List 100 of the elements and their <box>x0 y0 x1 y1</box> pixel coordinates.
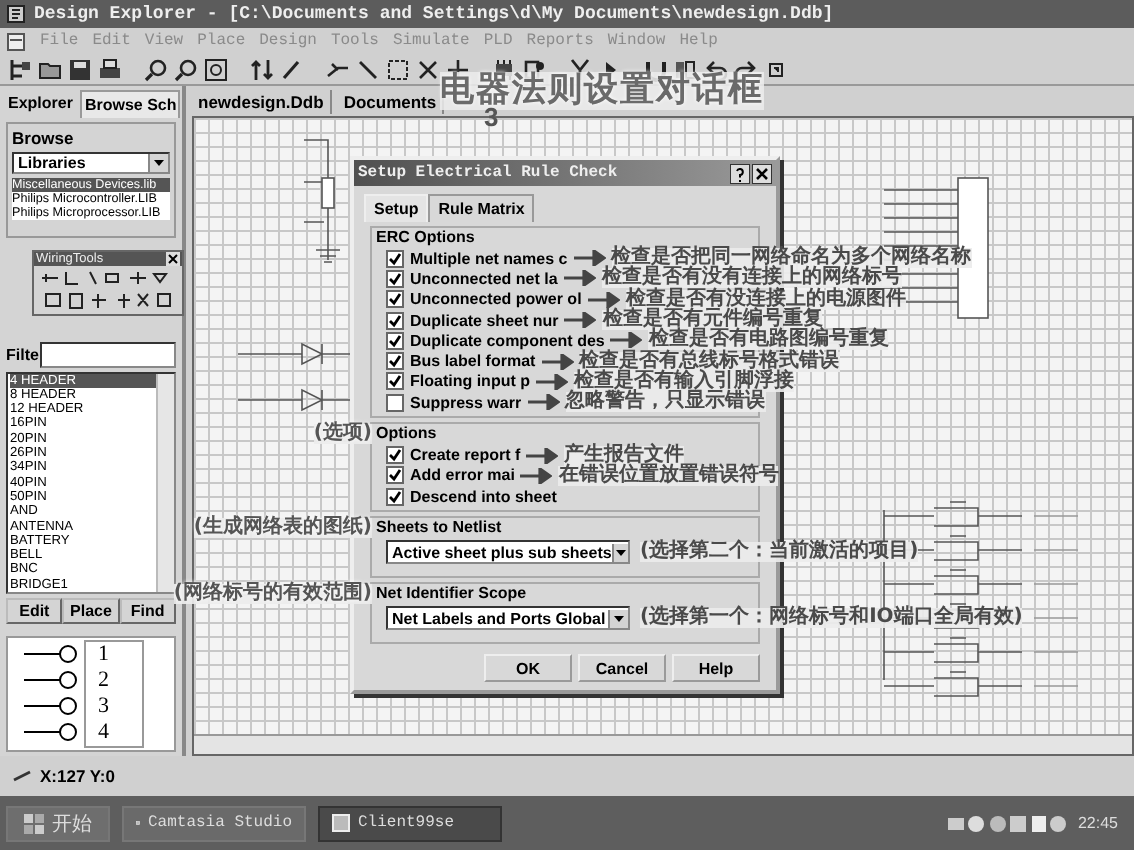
annotation-text: 检查是否有总线标号格式错误 <box>579 351 840 372</box>
arrow-icon <box>535 373 568 390</box>
windows-logo-icon <box>24 813 44 833</box>
cursor-coordinates: X:127 Y:0 <box>40 766 115 786</box>
zoom-out-icon[interactable] <box>174 57 198 81</box>
document-tab[interactable]: newdesign.Ddb <box>192 89 332 113</box>
checkbox-label: Multiple net names c <box>410 249 568 268</box>
clock: 22:45 <box>1077 814 1118 832</box>
arrow-icon <box>610 332 643 349</box>
checkbox[interactable] <box>386 487 404 506</box>
annotation-text: (生成网络表的图纸) <box>193 518 372 539</box>
checkbox-label: Create report f <box>410 446 521 465</box>
checkbox[interactable] <box>386 372 404 391</box>
scrollbar[interactable] <box>194 734 1132 754</box>
arrow-icon <box>564 312 597 329</box>
checkbox-label: Bus label format <box>410 352 536 371</box>
dropdown[interactable]: Active sheet plus sub sheets <box>386 540 630 565</box>
dropdown-arrow-icon <box>614 615 624 622</box>
annotation-text: (网络标号的有效范围) <box>173 584 372 605</box>
dialog-button[interactable]: OK <box>484 654 572 683</box>
dialog-tab[interactable]: Rule Matrix <box>428 194 535 222</box>
pin-number: 2 <box>98 668 109 694</box>
panel-button[interactable]: Edit <box>6 598 63 624</box>
arrow-icon <box>541 353 574 370</box>
dropdown[interactable]: Net Labels and Ports Global <box>386 606 630 631</box>
taskbar-button[interactable]: Client99se <box>318 805 502 841</box>
arrow-icon <box>527 394 560 411</box>
close-icon[interactable] <box>752 163 772 183</box>
checkbox-label: Suppress warr <box>410 393 522 412</box>
group-label: Browse <box>12 128 76 148</box>
annotation-text: 产生报告文件 <box>564 445 685 466</box>
checkbox-label: Unconnected net la <box>410 269 558 288</box>
checkbox[interactable] <box>386 290 404 309</box>
zoom-in-icon[interactable] <box>144 57 168 81</box>
checkbox-label: Floating input p <box>410 372 530 391</box>
checkbox-label: Duplicate sheet nur <box>410 311 559 330</box>
cross-icon[interactable] <box>416 57 440 81</box>
panel-tab[interactable]: Explorer <box>6 90 75 118</box>
print-icon[interactable] <box>98 57 122 81</box>
group-label: Net Identifier Scope <box>376 584 527 603</box>
resistor-symbol <box>303 139 341 263</box>
group-label: Sheets to Netlist <box>376 518 502 537</box>
selection-icon[interactable] <box>386 57 410 81</box>
checkbox-label: Descend into sheet <box>410 487 557 506</box>
close-icon[interactable] <box>166 252 180 266</box>
panel-button[interactable]: Place <box>62 598 120 624</box>
led-symbol <box>237 343 351 366</box>
checkbox[interactable] <box>386 249 404 268</box>
checkbox-label: Unconnected power ol <box>410 290 582 309</box>
checkbox[interactable] <box>386 352 404 371</box>
annotation-text: 检查是否有电路图编号重复 <box>648 330 889 351</box>
window-title: Design Explorer - [C:\Documents and Settings\d\My Documents\newdesign.Ddb] <box>34 4 834 24</box>
group-label: ERC Options <box>374 228 477 248</box>
save-icon[interactable] <box>68 57 92 81</box>
zoom-fit-icon[interactable] <box>204 57 228 81</box>
checkbox[interactable] <box>386 269 404 288</box>
window-icon <box>332 814 350 832</box>
tray-icons-drawing <box>947 813 1068 833</box>
annotation-title: 电器法则设置对话框 <box>440 72 764 110</box>
taskbar-button[interactable]: Camtasia Studio <box>122 805 306 841</box>
line-icon[interactable] <box>356 57 380 81</box>
filter-label: Filte <box>6 345 39 364</box>
dialog-button[interactable]: Cancel <box>578 654 666 683</box>
annotation-text: 检查是否有输入引脚浮接 <box>573 371 794 392</box>
wire-icon[interactable] <box>326 57 350 81</box>
dropdown-arrow-icon <box>615 549 626 556</box>
annotation-text: 检查是否有没连接上的电源图件 <box>625 289 906 310</box>
dialog-button[interactable]: Help <box>672 654 760 683</box>
filter-field[interactable] <box>40 341 176 368</box>
arrows-icon[interactable] <box>250 57 274 81</box>
checkbox[interactable] <box>386 446 404 465</box>
arrow-icon <box>520 467 553 484</box>
arrow-icon <box>573 250 606 267</box>
group-label: Options <box>376 424 437 443</box>
library-dropdown[interactable]: Libraries <box>12 152 170 174</box>
checkbox[interactable] <box>386 393 404 412</box>
annotation-text: 检查是否有没有连接上的网络标号 <box>601 268 902 289</box>
annotation-text: (选择第一个：网络标号和IO端口全局有效) <box>640 608 1023 629</box>
dropdown-arrow-icon <box>154 160 164 166</box>
checkbox-label: Duplicate component des <box>410 331 605 350</box>
folder-icon[interactable] <box>38 57 62 81</box>
annotation-text: (选择第二个：当前激活的项目) <box>640 542 919 563</box>
panel-tab[interactable]: Browse Sch <box>80 90 181 118</box>
start-button[interactable]: 开始 <box>6 805 110 841</box>
led-symbol <box>237 389 351 412</box>
checkbox[interactable] <box>386 331 404 350</box>
checkbox[interactable] <box>386 466 404 485</box>
pin-number: 3 <box>98 694 109 720</box>
annotation-text: 在错误位置放置错误符号 <box>558 465 779 486</box>
scrollbar[interactable] <box>156 373 174 592</box>
arrow-icon <box>526 447 559 464</box>
panel-button[interactable]: Find <box>119 598 176 624</box>
checkbox[interactable] <box>386 311 404 330</box>
document-icon <box>6 31 26 51</box>
annotation-text: 忽略警告，只显示错误 <box>565 392 766 413</box>
pin-number: 4 <box>98 720 109 746</box>
dialog-tab[interactable]: Setup <box>364 194 429 222</box>
arrow-icon <box>587 291 620 308</box>
app-icon <box>6 4 26 24</box>
tree-icon[interactable] <box>8 57 32 81</box>
